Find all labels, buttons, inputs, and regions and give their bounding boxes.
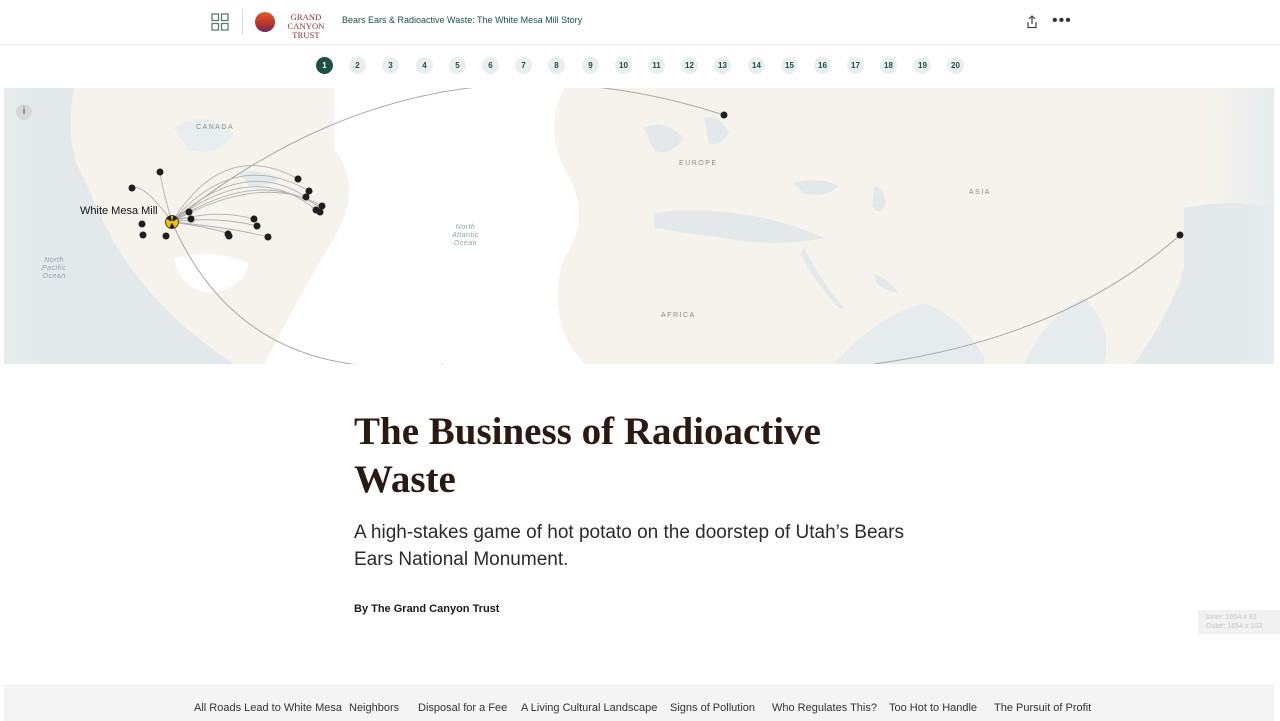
info-icon[interactable]: i: [16, 104, 32, 120]
world-map: [4, 88, 1274, 364]
page-10-button[interactable]: 10: [615, 57, 632, 74]
map-panel[interactable]: i CANADA EUROPE ASIA AFRICA North Atlant…: [4, 88, 1274, 364]
page-17-button[interactable]: 17: [847, 57, 864, 74]
title-line-1: The Business of Radioactive: [354, 410, 821, 453]
share-icon[interactable]: [1026, 15, 1038, 29]
dimension-readout: Inner: 1654 x 92 Outer: 1654 x 103: [1198, 610, 1280, 634]
region-label-asia: ASIA: [969, 189, 991, 196]
page-subtitle: A high-stakes game of hot potato on the …: [354, 522, 904, 570]
page-12-button[interactable]: 12: [681, 57, 698, 74]
logo-line-2: TRUST: [292, 30, 320, 40]
dimension-outer: Outer: 1654 x 103: [1206, 623, 1263, 630]
page-3-button[interactable]: 3: [382, 57, 399, 74]
nav-item-pursuit-of-profit[interactable]: The Pursuit of Profit: [994, 702, 1091, 714]
page-20-button[interactable]: 20: [947, 57, 964, 74]
grid-icon[interactable]: [211, 13, 229, 31]
grand-canyon-trust-logo[interactable]: GRAND CANYON TRUST: [255, 11, 335, 40]
ocean-label-line: Pacific: [42, 265, 67, 272]
ocean-label-line: Ocean: [42, 273, 66, 280]
nav-item-too-hot[interactable]: Too Hot to Handle: [889, 702, 977, 714]
page-14-button[interactable]: 14: [748, 57, 765, 74]
nav-item-neighbors[interactable]: Neighbors: [349, 702, 399, 714]
ocean-label-line: Ocean: [453, 240, 478, 247]
ocean-label-line: Atlantic: [452, 232, 479, 239]
byline: By The Grand Canyon Trust: [354, 603, 500, 615]
radiation-icon: [165, 215, 179, 229]
region-label-europe: EUROPE: [679, 160, 718, 167]
page-4-button[interactable]: 4: [416, 57, 433, 74]
page-1-button[interactable]: 1: [316, 57, 333, 74]
page-18-button[interactable]: 18: [880, 57, 897, 74]
section-nav: All Roads Lead to White Mesa Neighbors D…: [4, 685, 1274, 721]
nav-item-all-roads[interactable]: All Roads Lead to White Mesa: [194, 702, 342, 714]
header-bar: GRAND CANYON TRUST Bears Ears & Radioact…: [0, 0, 1280, 45]
ocean-label-atlantic: North Atlantic Ocean: [452, 224, 479, 248]
page-8-button[interactable]: 8: [548, 57, 565, 74]
title-line-2: Waste: [354, 458, 456, 501]
white-mesa-mill-label: White Mesa Mill: [80, 205, 158, 217]
more-options-icon[interactable]: •••: [1052, 13, 1072, 29]
page-title: The Business of Radioactive Waste: [354, 408, 914, 504]
ocean-label-pacific: North Pacific Ocean: [42, 257, 66, 281]
page-6-button[interactable]: 6: [482, 57, 499, 74]
ocean-label-line: North: [44, 257, 64, 264]
nav-item-signs-of-pollution[interactable]: Signs of Pollution: [670, 702, 755, 714]
page-16-button[interactable]: 16: [814, 57, 831, 74]
page-7-button[interactable]: 7: [515, 57, 532, 74]
page-15-button[interactable]: 15: [781, 57, 798, 74]
logo-text: GRAND CANYON TRUST: [278, 13, 334, 40]
ocean-label-line: North: [455, 224, 476, 231]
nav-item-who-regulates[interactable]: Who Regulates This?: [772, 702, 877, 714]
header-divider: [242, 9, 243, 35]
page-2-button[interactable]: 2: [349, 57, 366, 74]
region-label-canada: CANADA: [196, 124, 235, 131]
story-title[interactable]: Bears Ears & Radioactive Waste: The Whit…: [342, 15, 582, 25]
logo-line-1: GRAND CANYON: [287, 12, 325, 31]
page-5-button[interactable]: 5: [449, 57, 466, 74]
page-11-button[interactable]: 11: [648, 57, 665, 74]
page-9-button[interactable]: 9: [582, 57, 599, 74]
nav-item-cultural-landscape[interactable]: A Living Cultural Landscape: [521, 702, 657, 714]
page-13-button[interactable]: 13: [714, 57, 731, 74]
page-19-button[interactable]: 19: [914, 57, 931, 74]
dimension-inner: Inner: 1654 x 92: [1206, 614, 1257, 621]
logo-mark-icon: [255, 12, 275, 32]
region-label-africa: AFRICA: [661, 312, 696, 319]
nav-item-disposal[interactable]: Disposal for a Fee: [418, 702, 507, 714]
